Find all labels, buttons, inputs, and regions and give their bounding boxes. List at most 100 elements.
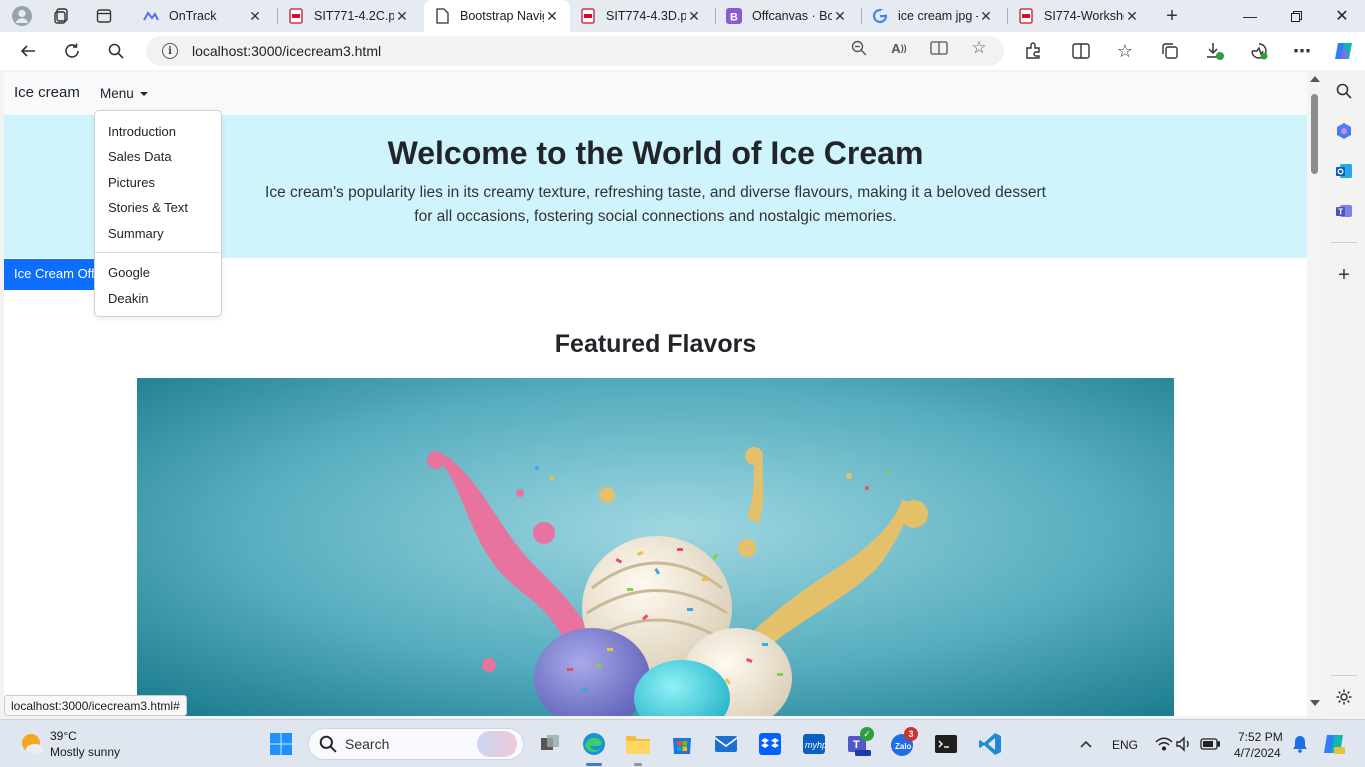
favorites-icon[interactable]: ☆ — [1111, 37, 1139, 65]
dropdown-item-introduction[interactable]: Introduction — [108, 124, 176, 139]
new-tab-button[interactable]: + — [1158, 4, 1186, 28]
copilot-icon[interactable] — [1330, 37, 1358, 65]
teams-icon[interactable]: T — [1333, 200, 1355, 222]
tab-sit771[interactable]: SIT771-4.2C.pdf ✕ — [278, 0, 420, 32]
weather-description[interactable]: Mostly sunny — [50, 745, 120, 759]
page-scrollbar[interactable] — [1307, 72, 1323, 716]
task-view-icon[interactable] — [536, 730, 564, 758]
scroll-up-icon[interactable] — [1310, 76, 1320, 82]
tab-si774-workshop[interactable]: SI774-Workshop ✕ — [1008, 0, 1150, 32]
add-sidebar-app-icon[interactable]: + — [1333, 264, 1355, 286]
tab-ontrack[interactable]: OnTrack ✕ — [133, 0, 273, 32]
url-text[interactable]: localhost:3000/icecream3.html — [192, 43, 1004, 59]
tray-chevron-up-icon[interactable] — [1072, 730, 1100, 758]
minimize-button[interactable]: — — [1227, 0, 1273, 32]
outlook-icon[interactable] — [1333, 160, 1355, 182]
dropdown-item-summary[interactable]: Summary — [108, 226, 164, 241]
svg-text:Zalo: Zalo — [895, 742, 912, 751]
more-options-icon[interactable]: ⋯ — [1288, 37, 1316, 65]
svg-text:T: T — [853, 739, 860, 751]
navbar-brand[interactable]: Ice cream — [14, 84, 80, 101]
collections-icon[interactable] — [1156, 37, 1184, 65]
tab-offcanvas[interactable]: B Offcanvas · Bootstrap ✕ — [716, 0, 858, 32]
close-icon[interactable]: ✕ — [686, 8, 702, 25]
store-icon[interactable] — [668, 730, 696, 758]
clock-date[interactable]: 4/7/2024 — [1234, 746, 1281, 760]
pdf-icon — [288, 8, 304, 24]
offcanvas-button[interactable]: Ice Cream Offcanvas — [4, 259, 99, 290]
page-icon — [434, 8, 450, 24]
weather-temperature[interactable]: 39°C — [50, 729, 77, 743]
terminal-icon[interactable] — [932, 730, 960, 758]
immersive-reader-icon[interactable] — [930, 39, 948, 57]
favorite-star-icon[interactable]: ☆ — [970, 38, 988, 57]
profile-avatar[interactable] — [8, 4, 36, 28]
refresh-icon[interactable] — [58, 37, 86, 65]
dropdown-item-sales-data[interactable]: Sales Data — [108, 149, 172, 164]
language-indicator[interactable]: ENG — [1112, 738, 1138, 752]
bootstrap-icon: B — [726, 8, 742, 24]
taskbar-search[interactable]: Search — [308, 728, 524, 760]
dropdown-item-pictures[interactable]: Pictures — [108, 175, 155, 190]
tab-bootstrap-navigation[interactable]: Bootstrap Navigation ✕ — [424, 0, 570, 32]
svg-text:myhp: myhp — [805, 740, 826, 750]
split-screen-icon[interactable] — [1067, 37, 1095, 65]
edge-sidebar: T + — [1323, 72, 1365, 716]
battery-icon[interactable] — [1196, 730, 1224, 758]
notification-badge: 3 — [904, 727, 918, 741]
close-window-button[interactable]: ✕ — [1319, 0, 1365, 32]
dropbox-icon[interactable] — [756, 730, 784, 758]
copilot-sidebar-icon[interactable] — [1333, 120, 1355, 142]
svg-text:B: B — [730, 12, 738, 24]
site-info-icon[interactable]: i — [162, 43, 178, 59]
search-icon[interactable] — [102, 37, 130, 65]
address-bar[interactable]: i localhost:3000/icecream3.html — [146, 36, 1004, 66]
close-icon[interactable]: ✕ — [978, 8, 994, 25]
check-badge-icon: ✓ — [860, 727, 874, 741]
extensions-icon[interactable] — [1019, 37, 1047, 65]
volume-icon[interactable] — [1170, 730, 1198, 758]
page-viewport: Ice cream Menu Welcome to the World of I… — [4, 72, 1307, 716]
mail-icon[interactable] — [712, 730, 740, 758]
restore-button[interactable] — [1273, 0, 1319, 32]
back-icon[interactable] — [14, 37, 42, 65]
tab-strip: OnTrack ✕ SIT771-4.2C.pdf ✕ Bootstrap Na… — [0, 0, 1365, 32]
sidebar-settings-icon[interactable] — [1333, 686, 1355, 708]
file-explorer-icon[interactable] — [624, 730, 652, 758]
weather-icon[interactable] — [18, 730, 46, 758]
scroll-down-icon[interactable] — [1310, 700, 1320, 706]
hero-text: Ice cream's popularity lies in its cream… — [265, 184, 1046, 225]
featured-title: Featured Flavors — [554, 330, 757, 358]
browser-toolbar: i localhost:3000/icecream3.html A)) ☆ ☆ … — [0, 32, 1365, 70]
workspaces-icon[interactable] — [48, 4, 76, 28]
tab-google[interactable]: ice cream jpg - Google ✕ — [862, 0, 1004, 32]
dropdown-link-google[interactable]: Google — [108, 265, 150, 280]
downloads-icon[interactable] — [1201, 37, 1229, 65]
tab-sit774[interactable]: SIT774-4.3D.pdf ✕ — [570, 0, 712, 32]
menu-dropdown-toggle[interactable]: Menu — [100, 86, 148, 101]
search-icon[interactable] — [1333, 80, 1355, 102]
menu-dropdown: Introduction Sales Data Pictures Stories… — [94, 110, 222, 317]
pdf-icon — [580, 8, 596, 24]
notifications-bell-icon[interactable] — [1286, 730, 1314, 758]
dropdown-item-stories-text[interactable]: Stories & Text — [108, 200, 188, 215]
close-icon[interactable]: ✕ — [394, 8, 410, 25]
svg-text:T: T — [1338, 208, 1343, 217]
close-icon[interactable]: ✕ — [832, 8, 848, 25]
performance-icon[interactable] — [1245, 37, 1273, 65]
caret-down-icon — [139, 91, 148, 96]
start-icon[interactable] — [267, 730, 295, 758]
tab-actions-icon[interactable] — [90, 4, 118, 28]
close-icon[interactable]: ✕ — [544, 8, 560, 25]
close-icon[interactable]: ✕ — [247, 8, 263, 25]
myhp-icon[interactable]: myhp — [800, 730, 828, 758]
clock-time[interactable]: 7:52 PM — [1238, 730, 1283, 744]
scroll-thumb[interactable] — [1311, 94, 1318, 174]
zoom-icon[interactable] — [850, 39, 868, 57]
vscode-icon[interactable] — [976, 730, 1004, 758]
close-icon[interactable]: ✕ — [1124, 8, 1140, 25]
read-aloud-icon[interactable]: A)) — [890, 39, 908, 57]
dropdown-link-deakin[interactable]: Deakin — [108, 291, 148, 306]
edge-taskbar-icon[interactable] — [580, 730, 608, 758]
copilot-taskbar-icon[interactable] — [1320, 730, 1348, 758]
